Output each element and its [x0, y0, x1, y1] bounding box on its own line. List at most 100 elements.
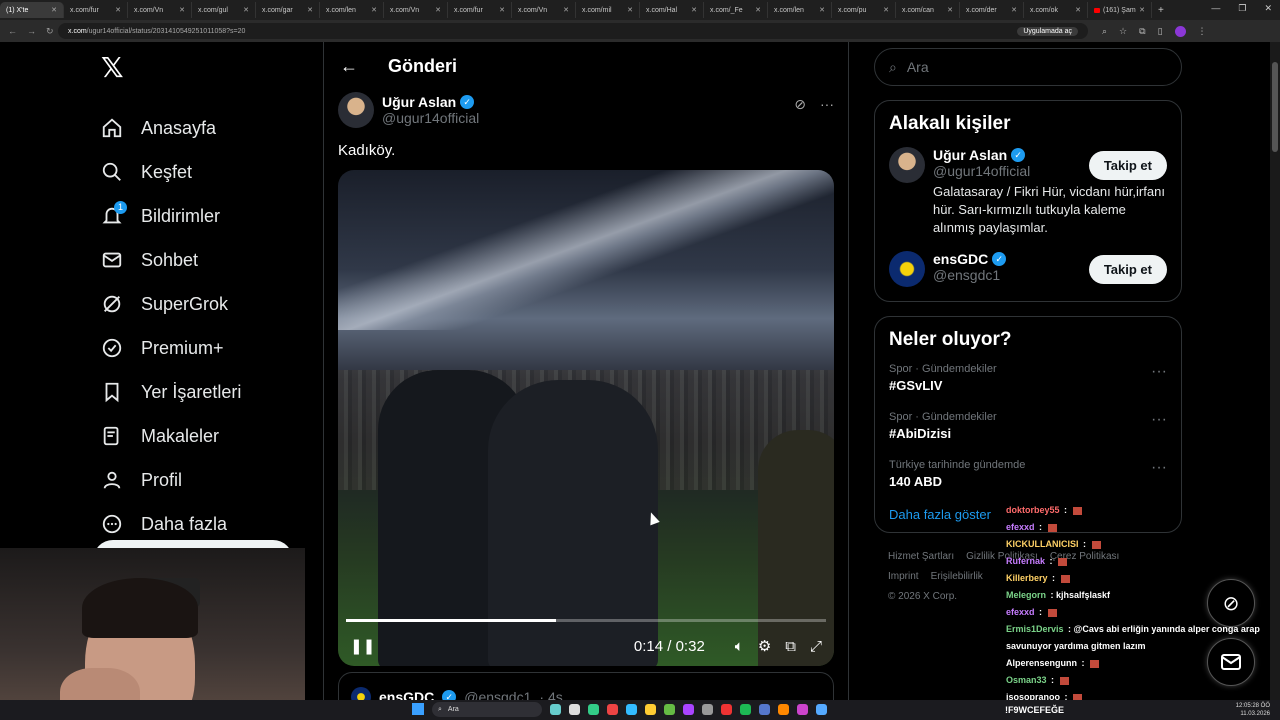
tab[interactable]: x.com/pu ✕ — [832, 2, 896, 18]
chat-username[interactable]: efexxd — [1006, 522, 1035, 532]
chat-username[interactable]: Killerbery — [1006, 573, 1048, 583]
video-progress-bar[interactable] — [346, 619, 826, 622]
app-icon[interactable] — [569, 704, 580, 715]
fullscreen-icon[interactable]: ⤢ — [810, 638, 822, 655]
footer-link[interactable]: Imprint — [888, 571, 919, 582]
chat-username[interactable]: Alperensengunn — [1006, 658, 1077, 668]
close-icon[interactable]: ✕ — [1011, 6, 1017, 14]
avatar[interactable] — [338, 92, 374, 128]
close-icon[interactable]: ✕ — [307, 6, 313, 14]
back-icon[interactable]: ← — [8, 26, 17, 37]
pip-icon[interactable]: ⧉ — [785, 638, 796, 655]
scrollbar-thumb[interactable] — [1272, 62, 1278, 152]
close-icon[interactable]: ✕ — [51, 6, 57, 14]
tab-youtube[interactable]: (161) Şam ✕ — [1088, 2, 1152, 18]
close-icon[interactable]: ✕ — [371, 6, 377, 14]
chat-username[interactable]: Rufernak — [1006, 556, 1045, 566]
settings-icon[interactable]: ⚙ — [758, 637, 771, 655]
avatar[interactable] — [889, 147, 925, 183]
tab[interactable]: x.com/fur ✕ — [448, 2, 512, 18]
app-icon[interactable] — [702, 704, 713, 715]
chat-username[interactable]: Ermis1Dervis — [1006, 624, 1064, 634]
app-icon[interactable] — [664, 704, 675, 715]
tab[interactable]: x.com/Hal ✕ — [640, 2, 704, 18]
app-icon[interactable] — [626, 704, 637, 715]
steam-icon[interactable] — [759, 704, 770, 715]
close-icon[interactable]: ✕ — [179, 6, 185, 14]
nav-item-home[interactable]: Anasayfa — [95, 106, 315, 150]
follow-button[interactable]: Takip et — [1088, 255, 1167, 284]
close-icon[interactable]: ✕ — [115, 6, 121, 14]
app-icon[interactable] — [683, 704, 694, 715]
author-handle[interactable]: @ugur14official — [382, 110, 479, 126]
nav-item-supergrok[interactable]: SuperGrok — [95, 282, 315, 326]
pause-icon[interactable]: ❚❚ — [350, 637, 375, 655]
tab[interactable]: x.com/Vn ✕ — [512, 2, 576, 18]
extension-icon[interactable]: ⧉ — [1139, 26, 1145, 37]
close-icon[interactable]: ✕ — [755, 6, 761, 14]
new-tab-button[interactable]: + — [1158, 5, 1164, 16]
app-icon[interactable] — [721, 704, 732, 715]
tab[interactable]: x.com/der ✕ — [960, 2, 1024, 18]
person-name[interactable]: Uğur Aslan — [933, 147, 1007, 163]
grok-fab[interactable]: ⊘ — [1207, 579, 1255, 627]
tab[interactable]: x.com/Vn ✕ — [128, 2, 192, 18]
tab[interactable]: x.com/gar ✕ — [256, 2, 320, 18]
tab[interactable]: x.com/len ✕ — [320, 2, 384, 18]
star-icon[interactable]: ☆ — [1119, 26, 1127, 37]
video-player[interactable]: ❚❚ 0:14 / 0:32 🔈︎ ⚙ ⧉ ⤢ — [338, 170, 834, 666]
close-icon[interactable]: ✕ — [1075, 6, 1081, 14]
tab[interactable]: x.com/mil ✕ — [576, 2, 640, 18]
app-icon[interactable] — [797, 704, 808, 715]
person-item[interactable]: ensGDC ✓ @ensgdc1 Takip et — [889, 251, 1167, 287]
tab[interactable]: x.com/len ✕ — [768, 2, 832, 18]
open-in-app-button[interactable]: Uygulamada aç — [1017, 26, 1078, 36]
taskbar-search[interactable]: ⌕ Ara — [432, 702, 542, 717]
close-icon[interactable]: ✕ — [947, 6, 953, 14]
grok-icon[interactable]: ⊘ — [794, 96, 806, 113]
tab[interactable]: x.com/Vn ✕ — [384, 2, 448, 18]
close-icon[interactable]: ✕ — [819, 6, 825, 14]
person-item[interactable]: Uğur Aslan ✓ @ugur14official Galatasaray … — [889, 147, 1167, 237]
close-icon[interactable]: ✕ — [627, 6, 633, 14]
trend-item[interactable]: Spor · Gündemdekiler #AbiDizisi ··· — [889, 411, 1167, 441]
minimize-icon[interactable]: — — [1211, 3, 1220, 14]
forward-icon[interactable]: → — [27, 26, 36, 37]
nav-item-articles[interactable]: Makaleler — [95, 414, 315, 458]
nav-item-notifications[interactable]: 1 Bildirimler — [95, 194, 315, 238]
app-icon[interactable] — [816, 704, 827, 715]
taskbar-clock[interactable]: 12:05:28 ÖÖ 11.03.2026 — [1236, 702, 1270, 718]
sidebar-icon[interactable]: ▯ — [1158, 26, 1163, 37]
more-options-icon[interactable]: ··· — [1151, 363, 1167, 381]
chrome-icon[interactable] — [607, 704, 618, 715]
maximize-icon[interactable]: ❐ — [1238, 3, 1246, 14]
search-input[interactable]: ⌕ Ara — [874, 48, 1182, 86]
messages-fab[interactable] — [1207, 638, 1255, 686]
back-arrow-icon[interactable]: ← — [340, 56, 388, 77]
trend-item[interactable]: Türkiye tarihinde gündemde 140 ABD ··· — [889, 459, 1167, 489]
avatar[interactable] — [889, 251, 925, 287]
close-icon[interactable]: ✕ — [499, 6, 505, 14]
tab[interactable]: x.com/can ✕ — [896, 2, 960, 18]
windows-start-icon[interactable] — [412, 703, 424, 715]
nav-item-explore[interactable]: Keşfet — [95, 150, 315, 194]
reload-icon[interactable]: ↻ — [46, 26, 54, 37]
tab[interactable]: x.com/_Fe ✕ — [704, 2, 768, 18]
nav-item-chat[interactable]: Sohbet — [95, 238, 315, 282]
more-options-icon[interactable]: ··· — [1151, 459, 1167, 477]
nav-item-premium[interactable]: Premium+ — [95, 326, 315, 370]
app-icon[interactable] — [588, 704, 599, 715]
close-icon[interactable]: ✕ — [563, 6, 569, 14]
app-icon[interactable] — [778, 704, 789, 715]
chat-username[interactable]: doktorbey55 — [1006, 505, 1060, 515]
nav-item-profile[interactable]: Profil — [95, 458, 315, 502]
author-name[interactable]: Uğur Aslan — [382, 94, 456, 110]
tab[interactable]: x.com/gul ✕ — [192, 2, 256, 18]
spotify-icon[interactable] — [740, 704, 751, 715]
tab-active[interactable]: (1) X'te ✕ — [0, 2, 64, 18]
tab[interactable]: x.com/ok ✕ — [1024, 2, 1088, 18]
more-options-icon[interactable]: ··· — [1151, 411, 1167, 429]
nav-item-bookmarks[interactable]: Yer İşaretleri — [95, 370, 315, 414]
close-icon[interactable]: ✕ — [243, 6, 249, 14]
volume-icon[interactable]: 🔈︎ — [735, 638, 744, 655]
